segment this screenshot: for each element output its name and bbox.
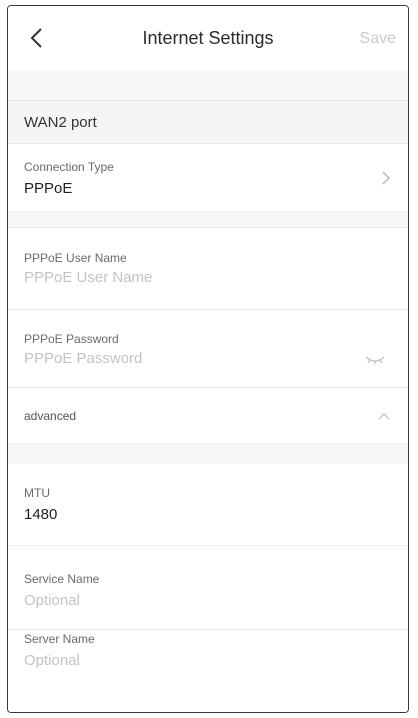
pppoe-user-label: PPPoE User Name bbox=[24, 251, 127, 265]
chevron-up-icon bbox=[378, 413, 390, 420]
pppoe-password-input[interactable]: PPPoE Password bbox=[24, 350, 142, 367]
spacer bbox=[8, 444, 408, 464]
page-title: Internet Settings bbox=[142, 28, 274, 48]
pppoe-user-input[interactable]: PPPoE User Name bbox=[24, 269, 152, 286]
chevron-right-icon bbox=[382, 171, 390, 185]
wan-section-header: WAN2 port bbox=[8, 100, 408, 144]
server-name-input[interactable]: Optional bbox=[24, 652, 80, 669]
save-button[interactable]: Save bbox=[360, 30, 396, 48]
connection-type-row[interactable]: Connection Type PPPoE bbox=[8, 144, 408, 212]
wan-section-label: WAN2 port bbox=[24, 114, 97, 131]
service-name-field[interactable]: Service Name Optional bbox=[8, 546, 408, 630]
eye-closed-icon[interactable] bbox=[364, 355, 386, 365]
pppoe-user-field[interactable]: PPPoE User Name PPPoE User Name bbox=[8, 228, 408, 310]
connection-type-label: Connection Type bbox=[24, 160, 114, 174]
server-name-field[interactable]: Server Name Optional bbox=[8, 630, 408, 712]
connection-type-value: PPPoE bbox=[24, 180, 73, 197]
nav-header: Internet Settings Save bbox=[8, 6, 408, 70]
server-name-label: Server Name bbox=[24, 632, 95, 646]
mtu-label: MTU bbox=[24, 486, 50, 500]
mtu-field[interactable]: MTU 1480 bbox=[8, 464, 408, 546]
spacer bbox=[8, 212, 408, 228]
service-name-label: Service Name bbox=[24, 572, 100, 586]
spacer bbox=[8, 70, 408, 100]
advanced-label: advanced bbox=[24, 409, 77, 423]
advanced-toggle[interactable]: advanced bbox=[8, 388, 408, 444]
pppoe-password-field[interactable]: PPPoE Password PPPoE Password bbox=[8, 310, 408, 388]
mtu-input[interactable]: 1480 bbox=[24, 506, 57, 523]
service-name-input[interactable]: Optional bbox=[24, 592, 80, 609]
phone-screen: Internet Settings Save WAN2 port Connect… bbox=[7, 5, 409, 713]
pppoe-password-label: PPPoE Password bbox=[24, 332, 119, 346]
